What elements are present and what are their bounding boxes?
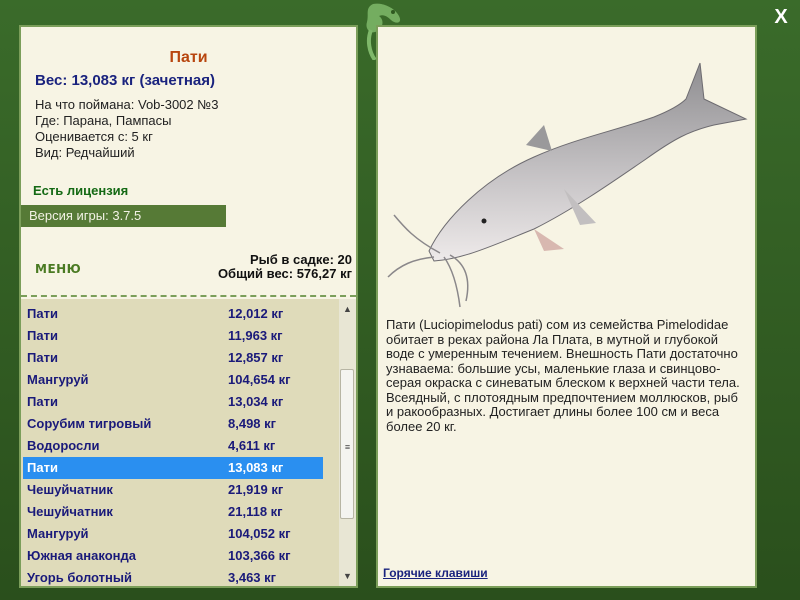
catch-name: Пати <box>27 306 58 321</box>
close-icon[interactable]: X <box>770 6 792 28</box>
catch-name: Мангуруй <box>27 372 89 387</box>
catch-weight: 104,654 кг <box>228 372 291 387</box>
list-item[interactable]: Угорь болотный 3,463 кг <box>23 567 323 586</box>
fish-detail-panel: Пати (Luciopimelodus pati) сом из семейс… <box>376 25 757 588</box>
catch-weight: 8,498 кг <box>228 416 277 431</box>
catch-weight: 103,366 кг <box>228 548 291 563</box>
catch-weight: 13,034 кг <box>228 394 284 409</box>
kind-text: Вид: Редчайший <box>35 145 135 160</box>
rated-from-text: Оценивается с: 5 кг <box>35 129 153 144</box>
catch-weight: 3,463 кг <box>228 570 277 585</box>
fish-weight: Вес: 13,083 кг (зачетная) <box>35 72 216 89</box>
list-item[interactable]: Сорубим тигровый 8,498 кг <box>23 413 323 435</box>
catch-name: Чешуйчатник <box>27 504 113 519</box>
catch-weight: 21,118 кг <box>228 504 283 519</box>
catch-weight: 13,083 кг <box>228 460 284 475</box>
catch-list[interactable]: Пати 12,012 кг Пати 11,963 кг Пати 12,857 кг М… <box>21 299 356 586</box>
scroll-grip-icon: ≡ <box>344 442 351 452</box>
list-item[interactable]: Чешуйчатник 21,118 кг <box>23 501 323 523</box>
list-item[interactable]: Мангуруй 104,052 кг <box>23 523 323 545</box>
list-scrollbar[interactable]: ▲ ≡ ▼ <box>339 299 356 586</box>
catch-weight: 12,857 кг <box>228 350 284 365</box>
catch-name: Угорь болотный <box>27 570 132 585</box>
catch-name: Пати <box>27 460 58 475</box>
fish-title: Пати <box>169 49 208 66</box>
catch-name: Сорубим тигровый <box>27 416 152 431</box>
catch-name: Южная анаконда <box>27 548 136 563</box>
list-item[interactable]: Пати 13,034 кг <box>23 391 323 413</box>
list-item[interactable]: Чешуйчатник 21,919 кг <box>23 479 323 501</box>
list-item[interactable]: Мангуруй 104,654 кг <box>23 369 323 391</box>
dashed-divider <box>21 295 356 297</box>
scroll-up-icon[interactable]: ▲ <box>339 301 356 317</box>
catch-weight: 12,012 кг <box>228 306 284 321</box>
catch-name: Пати <box>27 328 58 343</box>
catch-name: Пати <box>27 394 58 409</box>
list-item[interactable]: Пати 11,963 кг <box>23 325 323 347</box>
fish-info-panel: Пати Вес: 13,083 кг (зачетная) На что по… <box>19 25 358 588</box>
fish-count: Рыб в садке: 20 <box>249 252 352 267</box>
catch-name: Мангуруй <box>27 526 89 541</box>
catch-name: Пати <box>27 350 58 365</box>
catch-weight: 21,919 кг <box>228 482 284 497</box>
list-item[interactable]: Пати 13,083 кг <box>23 457 323 479</box>
catch-weight: 4,611 кг <box>228 438 276 453</box>
catch-weight: 104,052 кг <box>228 526 291 541</box>
list-item[interactable]: Водоросли 4,611 кг <box>23 435 323 457</box>
hotkeys-link[interactable]: Горячие клавиши <box>383 566 488 580</box>
version-bar: Версия игры: 3.7.5 <box>21 205 226 227</box>
menu-button[interactable]: МЕНЮ <box>35 262 81 276</box>
fish-description: Пати (Luciopimelodus pati) сом из семейс… <box>386 317 740 434</box>
list-item[interactable]: Пати 12,012 кг <box>23 303 323 325</box>
total-weight: Общий вес: 576,27 кг <box>217 266 352 281</box>
fish-image <box>387 62 748 308</box>
scroll-down-icon[interactable]: ▼ <box>339 568 356 584</box>
list-item[interactable]: Пати 12,857 кг <box>23 347 323 369</box>
where-text: Где: Парана, Пампасы <box>35 113 172 128</box>
keepnet-stats: Рыб в садке: 20 Общий вес: 576,27 кг <box>218 253 352 281</box>
catch-name: Чешуйчатник <box>27 482 113 497</box>
catch-weight: 11,963 кг <box>228 328 283 343</box>
catch-name: Водоросли <box>27 438 100 453</box>
license-status: Есть лицензия <box>33 183 129 198</box>
caught-on-text: На что поймана: Vob-3002 №3 <box>35 97 219 112</box>
list-item[interactable]: Южная анаконда 103,366 кг <box>23 545 323 567</box>
